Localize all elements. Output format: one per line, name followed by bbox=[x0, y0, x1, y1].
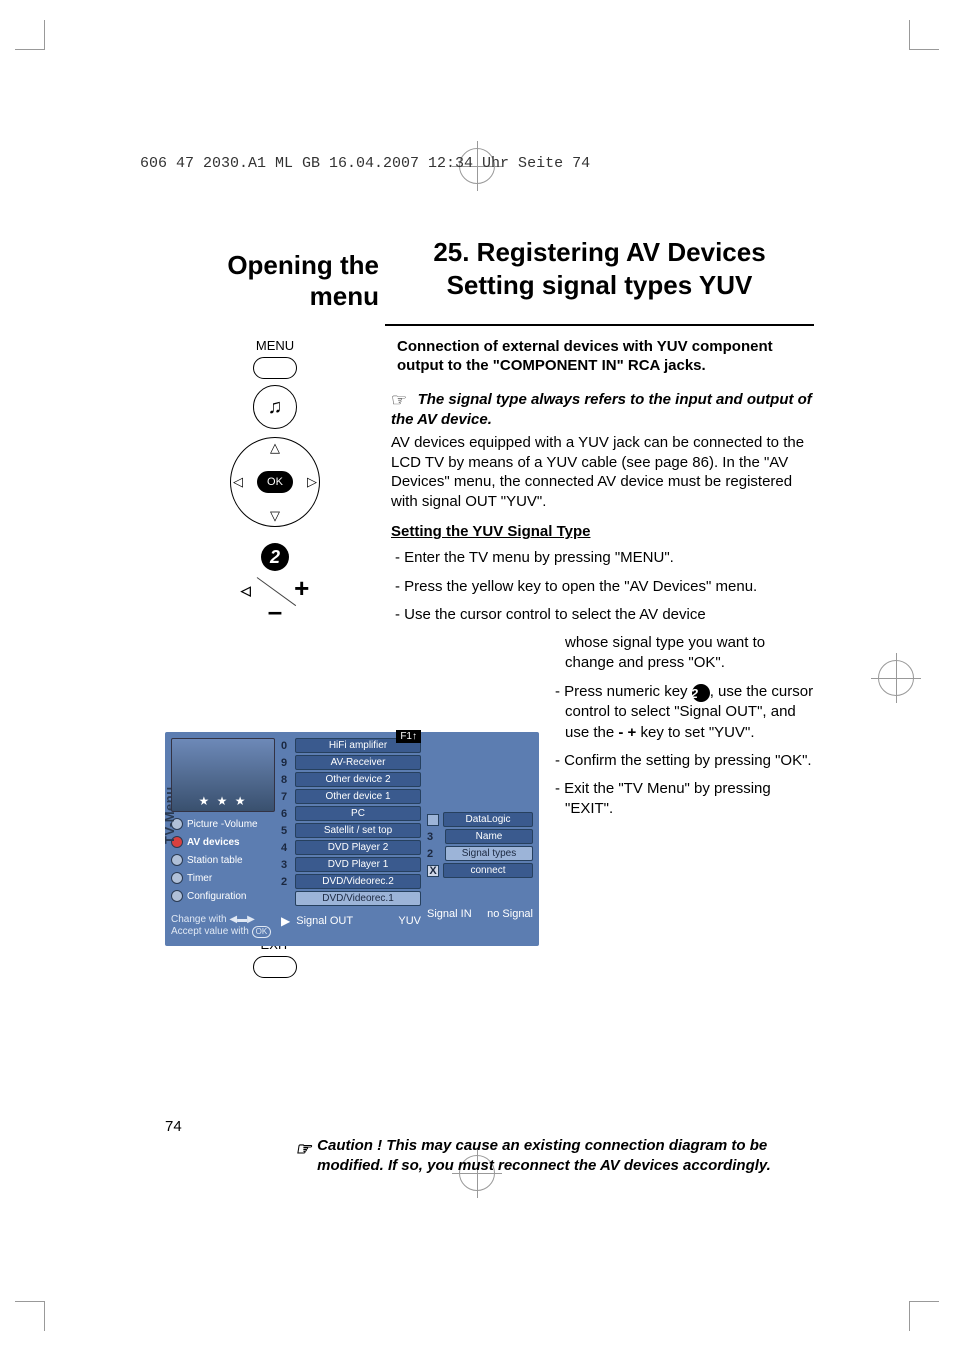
sub-heading: Setting the YUV Signal Type bbox=[391, 523, 814, 540]
arrow-left-icon: ◁ bbox=[233, 474, 243, 490]
step-3a: - Use the cursor control to select the A… bbox=[391, 605, 814, 625]
caution-text: Caution ! This may cause an existing con… bbox=[317, 1136, 814, 1175]
sidebar-item-configuration: Configuration bbox=[171, 890, 275, 902]
x-icon: X bbox=[427, 865, 439, 877]
step-2: - Press the yellow key to open the "AV D… bbox=[391, 577, 814, 597]
crop-mark bbox=[909, 1301, 939, 1331]
registration-mark bbox=[878, 660, 914, 696]
music-button-icon: ♫ bbox=[253, 385, 297, 429]
pointing-hand-icon: ☞ bbox=[295, 1138, 311, 1175]
arrow-up-icon: △ bbox=[270, 440, 280, 456]
numeric-key-2-icon: 2 bbox=[261, 543, 289, 571]
ok-center-icon: OK bbox=[257, 471, 293, 493]
opening-menu-title: Opening the menu bbox=[165, 230, 385, 326]
print-header: 606 47 2030.A1 ML GB 16.04.2007 12:34 Uh… bbox=[140, 155, 590, 172]
play-icon: ▶ bbox=[281, 914, 290, 928]
step-6: - Exit the "TV Menu" by pressing "EXIT". bbox=[551, 779, 814, 820]
crop-mark bbox=[15, 1301, 45, 1331]
caution-note: ☞ Caution ! This may cause an existing c… bbox=[295, 1136, 814, 1175]
inline-numeric-2-icon: 2 bbox=[692, 684, 710, 702]
step-5: - Confirm the setting by pressing "OK". bbox=[551, 751, 814, 771]
sidebar-item-timer: Timer bbox=[171, 872, 275, 884]
exit-button-icon bbox=[253, 956, 297, 978]
plus-minus-icon: ◁ +– bbox=[165, 577, 385, 624]
chapter-line1: 25. Registering AV Devices bbox=[433, 237, 765, 267]
hint-text: Change with ◀▬▶ Accept value with OK bbox=[171, 914, 275, 938]
stars-icon: ★ ★ ★ bbox=[199, 794, 248, 808]
arrow-down-icon: ▽ bbox=[270, 508, 280, 524]
status-row-2: Signal IN no Signal bbox=[427, 908, 533, 920]
square-icon bbox=[427, 814, 439, 826]
note-1: The signal type always refers to the inp… bbox=[391, 391, 812, 428]
status-row: ▶ Signal OUT YUV bbox=[281, 914, 421, 928]
arrow-right-icon: ▷ bbox=[307, 474, 317, 490]
sub-list: DataLogic 3Name 2Signal types Xconnect S… bbox=[427, 738, 533, 938]
sidebar-item-picture: Picture -Volume bbox=[171, 818, 275, 830]
navigation-ring-icon: △ ▽ ◁ ▷ OK bbox=[230, 437, 320, 527]
sidebar-item-station-table: Station table bbox=[171, 854, 275, 866]
menu-label: MENU bbox=[165, 338, 385, 353]
sidebar-item-av-devices: AV devices bbox=[171, 836, 275, 848]
step-4: - Press numeric key 2, use the cursor co… bbox=[551, 682, 814, 743]
f1-tab: F1↑ bbox=[396, 730, 421, 743]
pointing-hand-icon: ☞ bbox=[391, 390, 407, 411]
osd-screenshot: TV-Menu ★ ★ ★ Picture -Volume AV devices… bbox=[165, 732, 539, 946]
chapter-line2: Setting signal types YUV bbox=[447, 270, 753, 300]
step-1: - Enter the TV menu by pressing "MENU". bbox=[391, 548, 814, 568]
crop-mark bbox=[909, 20, 939, 50]
remote-control-diagram: MENU ♫ △ ▽ ◁ ▷ OK 2 ◁ +– bbox=[165, 338, 385, 624]
page-number: 74 bbox=[165, 1118, 182, 1135]
chapter-heading: 25. Registering AV DevicesSetting signal… bbox=[385, 230, 814, 326]
step-3b: whose signal type you want to change and… bbox=[551, 633, 814, 674]
menu-button-icon bbox=[253, 357, 297, 379]
device-list: F1↑ 0HiFi amplifier 9AV-Receiver 8Other … bbox=[281, 738, 421, 938]
crop-mark bbox=[15, 20, 45, 50]
intro-text: Connection of external devices with YUV … bbox=[391, 332, 814, 380]
body-paragraph: AV devices equipped with a YUV jack can … bbox=[391, 433, 814, 511]
tv-preview-thumb: ★ ★ ★ bbox=[171, 738, 275, 812]
